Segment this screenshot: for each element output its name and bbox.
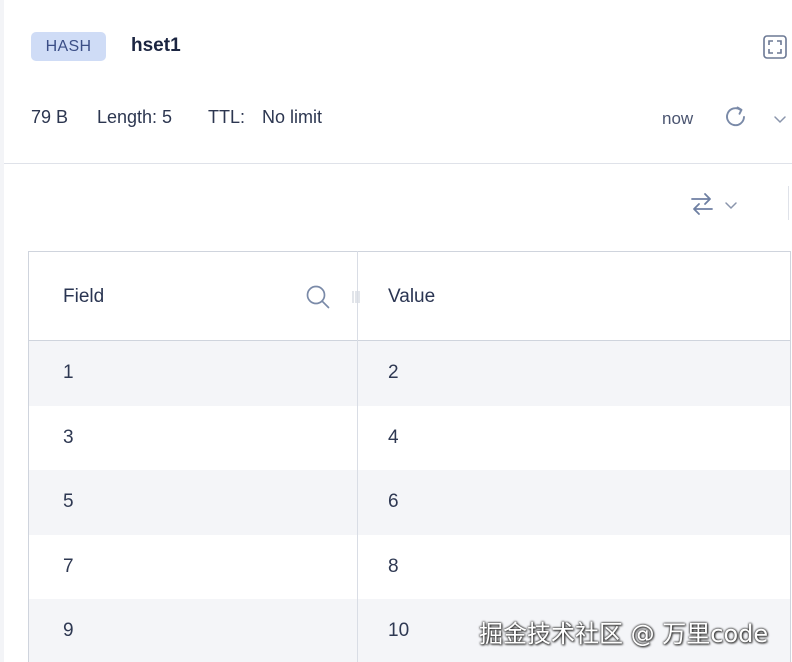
column-divider: [357, 251, 358, 662]
table-row[interactable]: 1 2: [29, 341, 790, 406]
column-header-field[interactable]: Field: [63, 286, 104, 308]
value-cell[interactable]: 6: [388, 491, 399, 513]
table-row[interactable]: 3 4: [29, 406, 790, 471]
fullscreen-icon[interactable]: [762, 34, 788, 60]
field-cell[interactable]: 3: [63, 427, 74, 449]
value-cell[interactable]: 4: [388, 427, 399, 449]
field-cell[interactable]: 5: [63, 491, 74, 513]
key-name[interactable]: hset1: [131, 35, 181, 57]
field-cell[interactable]: 1: [63, 362, 74, 384]
refresh-icon[interactable]: [722, 103, 750, 131]
value-cell[interactable]: 2: [388, 362, 399, 384]
search-icon[interactable]: [304, 283, 332, 311]
last-refresh-time: now: [662, 109, 694, 128]
value-cell[interactable]: 8: [388, 556, 399, 578]
watermark-text: 掘金技术社区 @ 万里code: [479, 620, 769, 648]
table-header: Field Value: [29, 251, 790, 341]
value-cell[interactable]: 10: [388, 620, 409, 642]
ttl-label: TTL:: [208, 107, 246, 127]
chevron-down-icon[interactable]: [723, 198, 739, 212]
swap-arrows-icon[interactable]: [688, 190, 716, 218]
table-row[interactable]: 7 8: [29, 535, 790, 600]
key-length: Length: 5: [97, 107, 173, 127]
toolbar-divider: [788, 186, 789, 220]
column-resize-icon[interactable]: [350, 289, 362, 305]
key-type-badge: HASH: [31, 32, 106, 61]
hash-fields-table: 1 2 3 4 5 6 7 8 9 10 Field Value: [28, 251, 791, 662]
key-details-header: HASH hset1 79 B Length: 5 TTL: No limit …: [4, 0, 792, 164]
field-cell[interactable]: 7: [63, 556, 74, 578]
chevron-down-icon[interactable]: [772, 112, 788, 126]
ttl-value[interactable]: No limit: [262, 107, 322, 128]
table-row[interactable]: 5 6: [29, 470, 790, 535]
column-header-value[interactable]: Value: [388, 286, 435, 308]
field-cell[interactable]: 9: [63, 620, 74, 642]
key-size: 79 B: [31, 107, 69, 127]
